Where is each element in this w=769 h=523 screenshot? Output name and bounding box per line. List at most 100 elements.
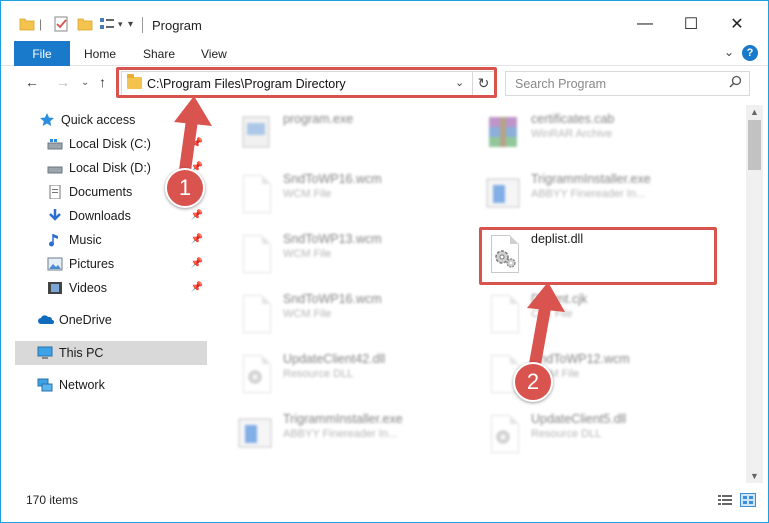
file-name: SndToWP16.wcm (283, 172, 382, 186)
nav-label: This PC (59, 346, 104, 360)
file-type: ABBYY Finereader In... (283, 428, 398, 440)
file-item[interactable]: UpdateClient42.dll Resource DLL (235, 349, 475, 405)
nav-network[interactable]: Network (37, 373, 207, 397)
view-options-icon[interactable] (99, 15, 117, 33)
file-list: program.exe SndToWP16.wcm WCM File SndTo… (213, 105, 743, 483)
file-type: WCM File (283, 188, 332, 200)
executable-icon (235, 113, 275, 157)
nav-videos[interactable]: Videos 📌 (47, 276, 207, 300)
maximize-button[interactable]: ☐ (668, 7, 714, 41)
scroll-thumb[interactable] (748, 120, 761, 170)
file-item-program-exe[interactable]: program.exe (235, 109, 475, 165)
installer-icon (235, 413, 275, 457)
qa-separator: | (39, 17, 43, 31)
file-name: SndToWP16.wcm (283, 292, 382, 306)
file-icon (235, 293, 275, 337)
tab-home[interactable]: Home (84, 41, 116, 66)
download-icon (47, 209, 63, 223)
expand-ribbon-icon[interactable]: ⌄ (724, 45, 734, 59)
item-count: 170 items (26, 493, 79, 507)
tab-view[interactable]: View (201, 41, 227, 66)
minimize-button[interactable]: — (622, 7, 668, 41)
file-name: SndToWP13.wcm (283, 232, 382, 246)
nav-label: Pictures (69, 257, 115, 271)
up-button[interactable]: ↑ (99, 74, 106, 90)
nav-label: OneDrive (59, 313, 112, 327)
file-item[interactable]: SndToWP16.wcm WCM File (235, 169, 475, 225)
file-item[interactable]: SndToWP13.wcm WCM File (235, 229, 475, 285)
file-name: TrigrammInstaller.exe (531, 172, 651, 186)
scroll-up-icon[interactable]: ▲ (750, 107, 759, 117)
callout-badge-1: 1 (165, 168, 205, 208)
file-name: UpdateClient42.dll (283, 352, 386, 366)
dll-icon (235, 353, 275, 397)
pin-icon: 📌 (190, 234, 203, 245)
scroll-down-icon[interactable]: ▼ (750, 471, 759, 481)
dll-icon (483, 413, 523, 457)
callout-badge-2: 2 (513, 362, 553, 402)
pin-icon: 📌 (190, 282, 203, 293)
file-item[interactable]: TrigrammInstaller.exe ABBYY Finereader I… (483, 169, 723, 225)
file-type: Resource DLL (283, 368, 354, 380)
details-view-icon[interactable] (717, 493, 733, 507)
file-type: WCM File (283, 248, 332, 260)
file-item[interactable]: SndToWP16.wcm WCM File (235, 289, 475, 345)
status-bar: 170 items (1, 486, 768, 514)
nav-label: Local Disk (C:) (69, 137, 151, 151)
file-name: certificates.cab (531, 112, 615, 126)
file-name: TrigrammInstaller.exe (283, 412, 403, 426)
file-name: UpdateClient5.dll (531, 412, 627, 426)
forward-button[interactable]: → (56, 74, 70, 90)
customize-qa-icon[interactable]: ▾ (128, 15, 133, 33)
file-item[interactable]: certificates.cab WinRAR Archive (483, 109, 723, 165)
nav-label: Videos (69, 281, 107, 295)
search-box[interactable]: Search Program (505, 71, 750, 96)
nav-label: Documents (69, 185, 133, 199)
nav-label: Downloads (69, 209, 131, 223)
close-button[interactable]: ✕ (714, 7, 760, 41)
file-name: program.exe (283, 112, 354, 126)
folder-icon (19, 15, 35, 33)
tab-file[interactable]: File (14, 41, 70, 66)
file-item[interactable]: TrigrammInstaller.exe ABBYY Finereader I… (235, 409, 475, 465)
file-type: WCM File (283, 308, 332, 320)
network-icon (37, 378, 53, 392)
tab-share[interactable]: Share (143, 41, 175, 66)
nav-label: Quick access (61, 113, 136, 127)
title-bar: | ▾ ▾ Program — ☐ ✕ (1, 1, 768, 41)
nav-label: Network (59, 378, 105, 392)
title-separator (142, 17, 143, 33)
file-type: WinRAR Archive (531, 128, 613, 140)
search-icon (729, 75, 742, 91)
file-icon (235, 173, 275, 217)
pin-icon: 📌 (190, 258, 203, 269)
help-icon[interactable]: ? (742, 45, 758, 61)
star-icon (39, 113, 55, 127)
drive-icon (47, 161, 63, 175)
installer-icon (483, 173, 523, 217)
qa-dropdown-icon[interactable]: ▾ (118, 15, 123, 33)
pictures-icon (47, 257, 63, 271)
recent-locations-icon[interactable]: ⌄ (81, 77, 89, 88)
nav-label: Music (69, 233, 102, 247)
window-title: Program (152, 18, 202, 33)
large-icons-view-icon[interactable] (740, 493, 756, 507)
properties-icon[interactable] (53, 15, 69, 33)
nav-onedrive[interactable]: OneDrive (37, 308, 207, 332)
file-item[interactable]: UpdateClient5.dll Resource DLL (483, 409, 723, 465)
vertical-scrollbar[interactable]: ▲ ▼ (746, 105, 763, 483)
music-icon (47, 233, 63, 247)
search-placeholder: Search Program (515, 77, 607, 91)
back-button[interactable]: ← (25, 74, 39, 90)
archive-icon (483, 113, 523, 157)
file-type: ABBYY Finereader In... (531, 188, 646, 200)
file-icon (235, 233, 275, 277)
new-folder-icon[interactable] (77, 15, 93, 33)
nav-music[interactable]: Music 📌 (47, 228, 207, 252)
ribbon-tabs: File Home Share View ⌄ ? (1, 41, 768, 66)
nav-label: Local Disk (D:) (69, 161, 151, 175)
drive-icon (47, 137, 63, 151)
nav-this-pc[interactable]: This PC (15, 341, 207, 365)
computer-icon (37, 346, 53, 360)
nav-pictures[interactable]: Pictures 📌 (47, 252, 207, 276)
